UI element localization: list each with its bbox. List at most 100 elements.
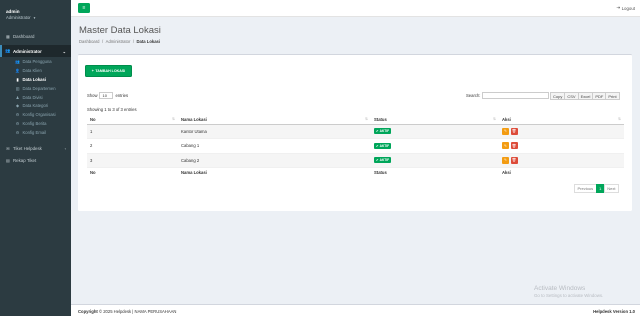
footer-header-action: Aksi — [499, 167, 624, 177]
next-button[interactable]: Next — [603, 184, 620, 193]
pencil-icon: ✎ — [503, 158, 507, 163]
edit-button[interactable]: ✎ — [502, 156, 509, 164]
topbar: ≡ ⇥ Logout — [71, 0, 640, 17]
search-input[interactable] — [482, 92, 550, 99]
entries-label: entries — [115, 93, 129, 98]
cell-no: 1 — [87, 124, 178, 139]
table-row: 2 Cabang 1 ✔ AKTIF ✎ 🗑 — [87, 138, 624, 154]
sidebar-item-administrator[interactable]: 👥 Administrator ⌄ — [0, 45, 71, 57]
sort-icon: ⇅ — [617, 116, 621, 121]
previous-button[interactable]: Previous — [574, 184, 597, 193]
chart-icon: ▤ — [6, 157, 10, 163]
status-badge: ✔ AKTIF — [374, 128, 392, 135]
users-icon: ♟ — [15, 95, 20, 100]
breadcrumb-separator: / — [102, 39, 104, 44]
sidebar-item-rekap-tiket[interactable]: ▤ Rekap Tiket — [0, 154, 71, 166]
status-badge: ✔ AKTIF — [374, 157, 392, 164]
delete-button[interactable]: 🗑 — [510, 142, 518, 150]
user-panel: admin Administrator ▾ — [0, 0, 71, 30]
sidebar-item-data-pengguna[interactable]: 👥 Data Pengguna — [0, 57, 71, 66]
chevron-down-icon: ⌄ — [62, 48, 66, 54]
breadcrumb-current: Data Lokasi — [136, 39, 161, 44]
gear-icon: ⚙ — [15, 131, 20, 136]
sidebar-item-label: Data Lokasi — [22, 76, 47, 82]
copyright: Copyright © 2025 Helpdesk | NAMA PERUSAH… — [78, 309, 176, 314]
csv-button[interactable]: CSV — [564, 92, 579, 100]
users-icon: 👥 — [15, 59, 20, 64]
sidebar-item-data-departemen[interactable]: ▥ Data Departemen — [0, 84, 71, 93]
edit-button[interactable]: ✎ — [502, 127, 509, 135]
trash-icon: 🗑 — [511, 143, 517, 148]
sidebar-item-label: Administrator — [13, 48, 42, 54]
check-icon: ✔ — [376, 129, 379, 134]
sidebar: admin Administrator ▾ ▦ Dashboard 👥 Admi… — [0, 0, 71, 316]
sidebar-item-label: Tiket Helpdesk — [13, 145, 42, 151]
sidebar-item-label: Data Divisi — [22, 94, 43, 100]
sidebar-item-data-klien[interactable]: 👤 Data Klien — [0, 66, 71, 75]
logout-link[interactable]: ⇥ Logout — [616, 5, 635, 11]
breadcrumb-administrator[interactable]: Administrator — [106, 39, 131, 44]
version-text: Helpdesk Version 1.0 — [593, 309, 635, 314]
footer-header-name: Nama Lokasi — [178, 167, 371, 177]
sidebar-item-data-divisi[interactable]: ♟ Data Divisi — [0, 93, 71, 102]
trash-icon: 🗑 — [511, 158, 517, 163]
user-role-label: Administrator — [6, 15, 31, 20]
ticket-icon: ✉ — [6, 145, 10, 151]
sidebar-item-konfig-organisasi[interactable]: ⚙ Konfig Organisasi — [0, 110, 71, 119]
print-button[interactable]: Print — [605, 92, 620, 100]
copyright-text: © 2025 Helpdesk | NAMA PERUSAHAAN — [98, 309, 177, 314]
sidebar-item-data-lokasi[interactable]: ▮ Data Lokasi — [0, 75, 71, 84]
sidebar-item-label: Konfig Organisasi — [22, 112, 56, 118]
footer-header-status: Status — [371, 167, 499, 177]
check-icon: ✔ — [376, 158, 379, 163]
sidebar-item-konfig-berita[interactable]: ⚙ Konfig Berita — [0, 119, 71, 128]
sidebar-item-label: Konfig Email — [22, 130, 47, 136]
table-header-row: No ⇅ Nama Lokasi ⇅ Status ⇅ Aksi ⇅ — [87, 115, 624, 125]
tag-icon: ◆ — [16, 104, 19, 109]
sidebar-toggle-button[interactable]: ≡ — [78, 3, 90, 13]
sidebar-item-label: Data Pengguna — [22, 58, 52, 64]
sidebar-item-dashboard[interactable]: ▦ Dashboard — [0, 30, 71, 42]
trash-icon: 🗑 — [511, 129, 517, 134]
administrator-submenu: 👥 Data Pengguna 👤 Data Klien ▮ Data Loka… — [0, 57, 71, 138]
breadcrumb-dashboard[interactable]: Dashboard — [79, 39, 100, 44]
cell-action: ✎ 🗑 — [499, 153, 624, 168]
copy-button[interactable]: Copy — [550, 92, 566, 100]
user-icon: 👤 — [15, 68, 20, 73]
copyright-label: Copyright — [78, 309, 98, 314]
sidebar-item-tiket-helpdesk[interactable]: ✉ Tiket Helpdesk ‹ — [0, 142, 71, 154]
cell-no: 3 — [87, 153, 178, 168]
table-footer-row: No Nama Lokasi Status Aksi — [87, 167, 624, 177]
pagination: Previous 1 Next — [574, 184, 620, 193]
user-role-dropdown[interactable]: Administrator ▾ — [6, 15, 71, 21]
add-location-button[interactable]: + TAMBAH LOKASI — [85, 65, 132, 77]
pencil-icon: ✎ — [503, 143, 507, 148]
cell-status: ✔ AKTIF — [371, 138, 499, 154]
file-icon: ▮ — [16, 77, 19, 82]
sidebar-item-data-kategori[interactable]: ◆ Data Kategori — [0, 101, 71, 110]
sidebar-item-label: Dashboard — [13, 33, 35, 39]
content-box: + TAMBAH LOKASI Show 10 entries Search: … — [78, 54, 632, 211]
column-header-action[interactable]: Aksi ⇅ — [499, 115, 624, 125]
column-header-no[interactable]: No ⇅ — [87, 115, 178, 125]
sidebar-item-konfig-email[interactable]: ⚙ Konfig Email — [0, 128, 71, 137]
entries-select[interactable]: 10 — [99, 92, 114, 99]
delete-button[interactable]: 🗑 — [510, 156, 518, 164]
gear-icon: ⚙ — [15, 113, 20, 118]
add-location-label: TAMBAH LOKASI — [95, 69, 126, 73]
pdf-button[interactable]: PDF — [592, 92, 607, 100]
edit-button[interactable]: ✎ — [502, 142, 509, 150]
show-label: Show — [87, 93, 98, 98]
column-header-name[interactable]: Nama Lokasi ⇅ — [178, 115, 371, 125]
delete-button[interactable]: 🗑 — [510, 127, 518, 135]
page-title: Master Data Lokasi — [79, 25, 161, 36]
chevron-left-icon: ‹ — [64, 145, 66, 151]
column-header-status[interactable]: Status ⇅ — [371, 115, 499, 125]
table-row: 1 Kantor Utama ✔ AKTIF ✎ 🗑 — [87, 124, 624, 139]
sidebar-item-label: Data Klien — [22, 67, 42, 73]
footer: Copyright © 2025 Helpdesk | NAMA PERUSAH… — [71, 304, 640, 316]
breadcrumb: Dashboard / Administrator / Data Lokasi — [79, 39, 160, 44]
cell-name: Kantor Utama — [178, 124, 371, 139]
search-label: Search: — [466, 93, 481, 98]
excel-button[interactable]: Excel — [577, 92, 594, 100]
